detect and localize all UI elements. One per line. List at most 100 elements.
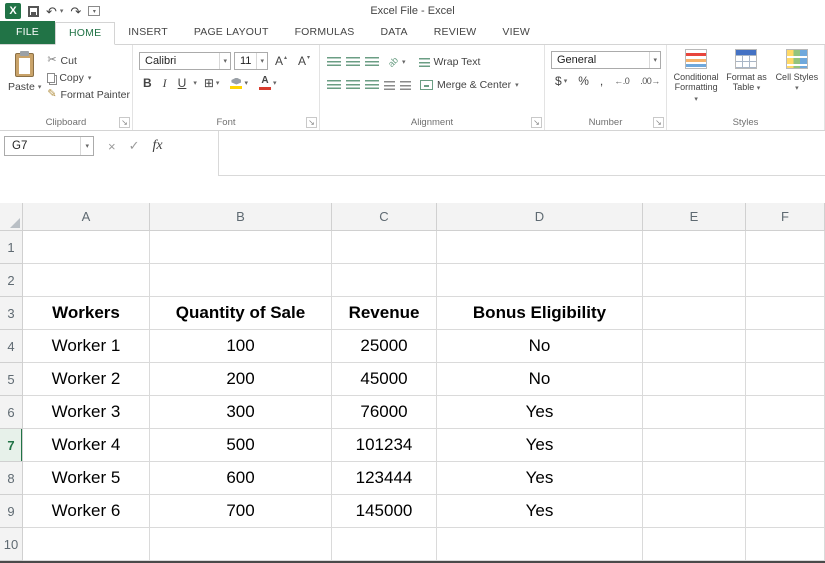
cell-A6[interactable]: Worker 3 xyxy=(23,396,150,429)
cell-B5[interactable]: 200 xyxy=(150,363,332,396)
cell-E7[interactable] xyxy=(643,429,746,462)
conditional-formatting-button[interactable]: Conditional Formatting ▾ xyxy=(672,49,720,104)
column-header-E[interactable]: E xyxy=(643,203,746,231)
select-all-corner[interactable] xyxy=(0,203,23,231)
align-center-icon[interactable] xyxy=(346,80,360,90)
cell-E8[interactable] xyxy=(643,462,746,495)
cell-B9[interactable]: 700 xyxy=(150,495,332,528)
tab-review[interactable]: REVIEW xyxy=(421,21,490,44)
bottom-align-icon[interactable] xyxy=(365,57,379,67)
cell-B2[interactable] xyxy=(150,264,332,297)
cell-F8[interactable] xyxy=(746,462,825,495)
format-as-table-button[interactable]: Format as Table ▾ xyxy=(722,49,770,93)
cell-E3[interactable] xyxy=(643,297,746,330)
chevron-down-icon[interactable]: ▾ xyxy=(649,52,660,68)
number-format-select[interactable]: General ▾ xyxy=(551,51,661,69)
cell-D2[interactable] xyxy=(437,264,643,297)
cell-A8[interactable]: Worker 5 xyxy=(23,462,150,495)
fill-color-button[interactable]: ▾ xyxy=(226,77,252,90)
cell-B3[interactable]: Quantity of Sale xyxy=(150,297,332,330)
cell-C4[interactable]: 25000 xyxy=(332,330,437,363)
cell-F5[interactable] xyxy=(746,363,825,396)
cell-styles-button[interactable]: Cell Styles ▾ xyxy=(773,49,821,93)
cell-E2[interactable] xyxy=(643,264,746,297)
cell-C8[interactable]: 123444 xyxy=(332,462,437,495)
cell-A4[interactable]: Worker 1 xyxy=(23,330,150,363)
copy-button[interactable]: Copy ▾ xyxy=(45,69,132,86)
align-left-icon[interactable] xyxy=(327,80,341,90)
bold-button[interactable]: B xyxy=(139,75,156,91)
cell-D5[interactable]: No xyxy=(437,363,643,396)
increase-decimal-icon[interactable]: ←.0 xyxy=(610,75,633,87)
undo-dropdown-icon[interactable]: ▾ xyxy=(60,7,64,15)
number-dialog-launcher-icon[interactable]: ↘ xyxy=(653,117,664,128)
cell-D7[interactable]: Yes xyxy=(437,429,643,462)
row-header-5[interactable]: 5 xyxy=(0,363,23,396)
row-header-3[interactable]: 3 xyxy=(0,297,23,330)
underline-button[interactable]: U xyxy=(174,75,191,91)
cell-F10[interactable] xyxy=(746,528,825,561)
cell-F3[interactable] xyxy=(746,297,825,330)
column-header-F[interactable]: F xyxy=(746,203,825,231)
italic-button[interactable]: I xyxy=(159,75,171,92)
tab-insert[interactable]: INSERT xyxy=(115,21,181,44)
row-header-9[interactable]: 9 xyxy=(0,495,23,528)
row-header-7[interactable]: 7 xyxy=(0,429,23,462)
chevron-down-icon[interactable]: ▾ xyxy=(219,53,230,69)
cell-D6[interactable]: Yes xyxy=(437,396,643,429)
name-box[interactable]: G7 ▾ xyxy=(4,136,94,156)
cell-C6[interactable]: 76000 xyxy=(332,396,437,429)
font-family-select[interactable]: Calibri ▾ xyxy=(139,52,231,70)
column-header-A[interactable]: A xyxy=(23,203,150,231)
tab-view[interactable]: VIEW xyxy=(489,21,543,44)
row-header-2[interactable]: 2 xyxy=(0,264,23,297)
cell-B8[interactable]: 600 xyxy=(150,462,332,495)
row-header-1[interactable]: 1 xyxy=(0,231,23,264)
middle-align-icon[interactable] xyxy=(346,57,360,67)
paste-button[interactable]: Paste ▾ xyxy=(4,51,45,114)
tab-file[interactable]: FILE xyxy=(0,21,55,44)
cell-C5[interactable]: 45000 xyxy=(332,363,437,396)
cell-B6[interactable]: 300 xyxy=(150,396,332,429)
column-header-C[interactable]: C xyxy=(332,203,437,231)
cell-D10[interactable] xyxy=(437,528,643,561)
name-box-dropdown-icon[interactable]: ▾ xyxy=(80,137,93,155)
chevron-down-icon[interactable]: ▾ xyxy=(193,79,197,87)
save-icon[interactable] xyxy=(28,6,39,17)
redo-icon[interactable]: ↷ xyxy=(70,5,81,18)
cell-A7[interactable]: Worker 4 xyxy=(23,429,150,462)
cell-F7[interactable] xyxy=(746,429,825,462)
format-painter-button[interactable]: ✎ Format Painter xyxy=(45,86,132,103)
increase-indent-icon[interactable] xyxy=(400,81,411,90)
cell-D4[interactable]: No xyxy=(437,330,643,363)
cell-E9[interactable] xyxy=(643,495,746,528)
cell-B4[interactable]: 100 xyxy=(150,330,332,363)
cell-C3[interactable]: Revenue xyxy=(332,297,437,330)
align-right-icon[interactable] xyxy=(365,80,379,90)
orientation-button[interactable]: ab ▾ xyxy=(384,56,410,68)
cell-E10[interactable] xyxy=(643,528,746,561)
cell-B7[interactable]: 500 xyxy=(150,429,332,462)
row-header-10[interactable]: 10 xyxy=(0,528,23,561)
cell-C9[interactable]: 145000 xyxy=(332,495,437,528)
cell-F4[interactable] xyxy=(746,330,825,363)
row-header-4[interactable]: 4 xyxy=(0,330,23,363)
cell-C1[interactable] xyxy=(332,231,437,264)
cell-D9[interactable]: Yes xyxy=(437,495,643,528)
percent-style-button[interactable]: % xyxy=(574,73,593,89)
cell-C10[interactable] xyxy=(332,528,437,561)
top-align-icon[interactable] xyxy=(327,57,341,67)
cell-A10[interactable] xyxy=(23,528,150,561)
accounting-format-button[interactable]: $ ▾ xyxy=(551,73,571,89)
cell-C7[interactable]: 101234 xyxy=(332,429,437,462)
column-header-B[interactable]: B xyxy=(150,203,332,231)
decrease-font-size-button[interactable]: A▾ xyxy=(294,53,314,69)
clipboard-dialog-launcher-icon[interactable]: ↘ xyxy=(119,117,130,128)
tab-data[interactable]: DATA xyxy=(368,21,421,44)
customize-quick-access-toolbar-icon[interactable]: ▾ xyxy=(88,6,100,16)
merge-center-button[interactable]: Merge & Center ▾ xyxy=(416,78,523,92)
comma-style-button[interactable]: , xyxy=(596,73,607,89)
cell-E6[interactable] xyxy=(643,396,746,429)
formula-input[interactable] xyxy=(218,131,825,176)
enter-check-icon[interactable]: ✓ xyxy=(129,138,140,154)
